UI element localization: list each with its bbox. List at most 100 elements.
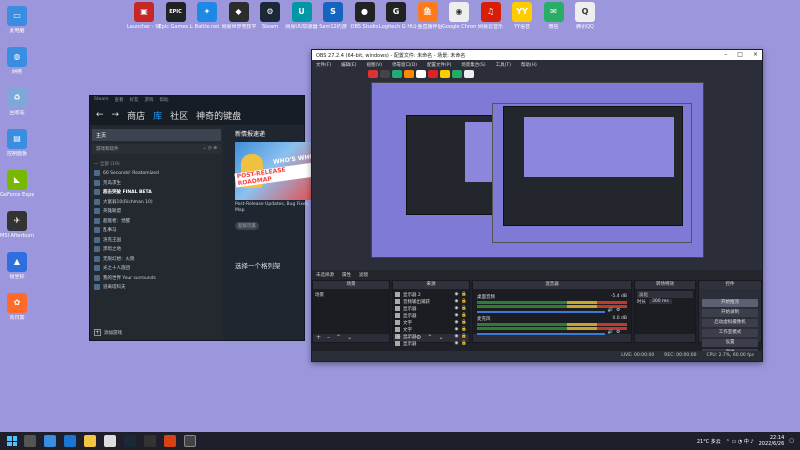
obs-menu-item[interactable]: 编辑(E) [341,62,356,68]
library-filter[interactable]: 游戏和软件 ⌄ ◷ ⊕ [92,144,221,154]
eye-icon[interactable]: ◉ [454,306,458,311]
dock-icon[interactable] [440,70,450,78]
desktop-shortcut[interactable]: ◉ Google Chrome [442,2,476,30]
forward-arrow-icon[interactable]: → [112,110,120,120]
dock-icon[interactable] [464,70,474,78]
obs-menu-item[interactable]: 文件(F) [316,62,331,68]
desktop-shortcut[interactable]: ● OBS Studio [348,2,382,30]
desktop-shortcut[interactable]: U 网易UU加速器 [285,2,319,30]
list-item[interactable]: 光之十人旅团 [94,264,219,274]
control-button[interactable]: 设置 [702,339,758,347]
steam-menu-friends[interactable]: 好友 [130,97,139,104]
weather-widget[interactable]: 21°C 多云 [697,438,721,445]
desktop-shortcut[interactable]: S Sam12约游 [316,2,350,30]
desktop-shortcut[interactable]: ♫ 网易云音乐 [474,2,508,30]
notification-icon[interactable]: ▢ [789,438,794,444]
desktop-shortcut[interactable]: ◆ 网易世界竞技平台 [222,2,256,30]
speaker-icon[interactable]: 🔊 [608,330,614,335]
chrome-taskbar-icon[interactable] [104,435,116,447]
list-item[interactable]: 音频输出捕获 ◉ 🔒 [395,298,467,305]
list-item[interactable]: 洛克王国 [94,235,219,245]
lock-icon[interactable]: 🔒 [461,306,467,311]
gear-icon[interactable]: ⚙ [616,308,620,313]
steam-menu-games[interactable]: 游戏 [145,97,154,104]
add-game-button[interactable]: + 添加游戏 [94,329,122,336]
obs-menu-item[interactable]: 工具(T) [496,62,511,68]
list-item[interactable]: 逃离塔科夫 [94,283,219,293]
list-item[interactable]: 显示器 ◉ 🔒 [395,312,467,319]
obs-menu-item[interactable]: 帮助(H) [521,62,537,68]
down-icon[interactable]: ⌄ [347,334,352,342]
list-header[interactable]: — 全部 (19) [94,159,219,169]
control-button[interactable]: 开始录制 [702,309,758,317]
volume-slider[interactable] [477,332,605,335]
list-item[interactable]: 文字 ◉ 🔒 [395,326,467,333]
tray-icons[interactable]: ⌃ ▭ ◔ 中 ♪ [726,438,754,445]
desktop-shortcut[interactable]: ◣ GeForce Experience [0,170,34,198]
scene-item[interactable]: 场景 [315,291,387,298]
filters-button[interactable]: 滤镜 [359,272,368,278]
dock-icon[interactable] [368,70,378,78]
shelf-selector[interactable]: 选择一个格列架 [235,260,281,270]
desktop-shortcut[interactable]: ⚙ Steam [253,2,287,30]
list-item[interactable]: 荒岛求生 [94,178,219,188]
desktop-shortcut[interactable]: ▣ Launcher - 快捷方式 [127,2,161,30]
steam-menu-view[interactable]: 查看 [115,97,124,104]
gear-icon[interactable]: ⚙ [616,330,620,335]
desktop-shortcut[interactable]: ♻ 回收站 [0,88,34,116]
list-item[interactable]: 我的世界 Your surrounds [94,273,219,283]
tab-store[interactable]: 商店 [127,109,145,122]
app-taskbar-icon[interactable] [164,435,176,447]
list-item[interactable]: 超能者：觉醒 [94,216,219,226]
desktop-shortcut[interactable]: ▭ 此电脑 [0,6,34,34]
desktop-shortcut[interactable]: ✿ 向日葵 [0,293,34,321]
dock-icon[interactable] [404,70,414,78]
desktop-shortcut[interactable]: ✦ Battle.net [190,2,224,30]
desktop-shortcut[interactable]: ✈ MSI Afterburner [0,211,34,239]
add-icon[interactable]: + [396,334,401,342]
search-icon[interactable] [24,435,36,447]
tab-library[interactable]: 库 [153,109,162,122]
eye-icon[interactable]: ◉ [454,320,458,325]
file-explorer-icon[interactable] [84,435,96,447]
list-item[interactable]: 显示器 2 ◉ 🔒 [395,291,467,298]
obs-window[interactable]: OBS 27.2.4 (64-bit, windows) - 配置文件: 未命名… [311,49,763,362]
down-icon[interactable]: ⌄ [438,334,443,342]
close-icon[interactable]: × [753,52,758,58]
obs-menu-item[interactable]: 视图(V) [366,62,382,68]
list-item[interactable]: 文字 ◉ 🔒 [395,319,467,326]
obs-menu-item[interactable]: 配置文件(P) [427,62,451,68]
list-item[interactable]: 显示器 ◉ 🔒 [395,305,467,312]
steam-window[interactable]: Steam 查看 好友 游戏 帮助 ← → 商店 库 社区 神奇的键盘 主页 游… [89,95,322,341]
tab-community[interactable]: 社区 [170,109,188,122]
dock-icon[interactable] [380,70,390,78]
desktop-shortcut[interactable]: ▲ 极坐标 [0,252,34,280]
control-button[interactable]: 工作室模式 [702,329,758,337]
obs-preview[interactable] [371,82,704,258]
task-view-icon[interactable] [44,435,56,447]
desktop-shortcut[interactable]: ▤ 控制面板 [0,129,34,157]
remove-icon[interactable]: – [327,334,330,342]
edge-icon[interactable] [64,435,76,447]
obs-menu-item[interactable]: 停靠窗口(D) [392,62,417,68]
desktop-shortcut[interactable]: 鱼斗鱼直播伴侣 [411,2,445,30]
desktop-shortcut[interactable]: EPIC Epic Games Launcher [159,2,193,30]
lock-icon[interactable]: 🔒 [461,327,467,332]
transition-select[interactable]: 淡化 [637,291,693,298]
back-arrow-icon[interactable]: ← [96,110,104,120]
tab-user[interactable]: 神奇的键盘 [196,109,241,122]
maximize-icon[interactable]: □ [737,52,743,58]
lock-icon[interactable]: 🔒 [461,313,467,318]
news-image[interactable]: WHO'S WHO POST-RELEASE ROADMAP [234,142,317,200]
chevron-down-icon[interactable]: ⌄ ◷ ⊕ [203,146,217,152]
steam-menu-steam[interactable]: Steam [94,97,109,104]
list-item[interactable]: 乱事马 [94,226,219,236]
control-button[interactable]: 开始推流 [702,299,758,307]
desktop-shortcut[interactable]: G Logitech G HUB [379,2,413,30]
dock-icon[interactable] [416,70,426,78]
list-item[interactable]: 无限幻想：火陨 [94,254,219,264]
library-home-button[interactable]: 主页 [92,129,221,141]
list-item[interactable]: 60 Seconds! Reatomized [94,169,219,179]
duration-input[interactable]: 300 ms [649,299,672,304]
lock-icon[interactable]: 🔒 [461,299,467,304]
